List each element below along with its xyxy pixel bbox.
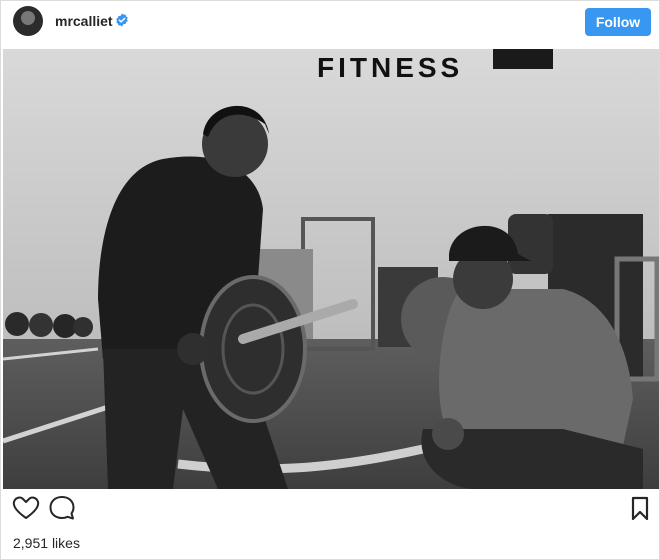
likes-count[interactable]: 2,951 likes (13, 535, 80, 551)
comment-icon[interactable] (47, 493, 77, 523)
heart-icon[interactable] (11, 493, 41, 523)
username[interactable]: mrcalliet (55, 13, 113, 29)
post-header: mrcalliet Follow (1, 1, 659, 45)
avatar[interactable] (13, 6, 43, 36)
follow-button[interactable]: Follow (585, 8, 651, 36)
photo-image: FITNESS (3, 49, 659, 489)
fitness-sign: FITNESS (317, 52, 463, 83)
post-card: mrcalliet Follow FITNESS 2,951 likes (0, 0, 660, 560)
likes-label: likes (51, 535, 80, 551)
action-bar (1, 493, 659, 533)
bookmark-icon[interactable] (625, 493, 655, 523)
verified-badge-icon (116, 13, 128, 27)
post-photo[interactable]: FITNESS (3, 49, 659, 489)
likes-number: 2,951 (13, 535, 49, 551)
